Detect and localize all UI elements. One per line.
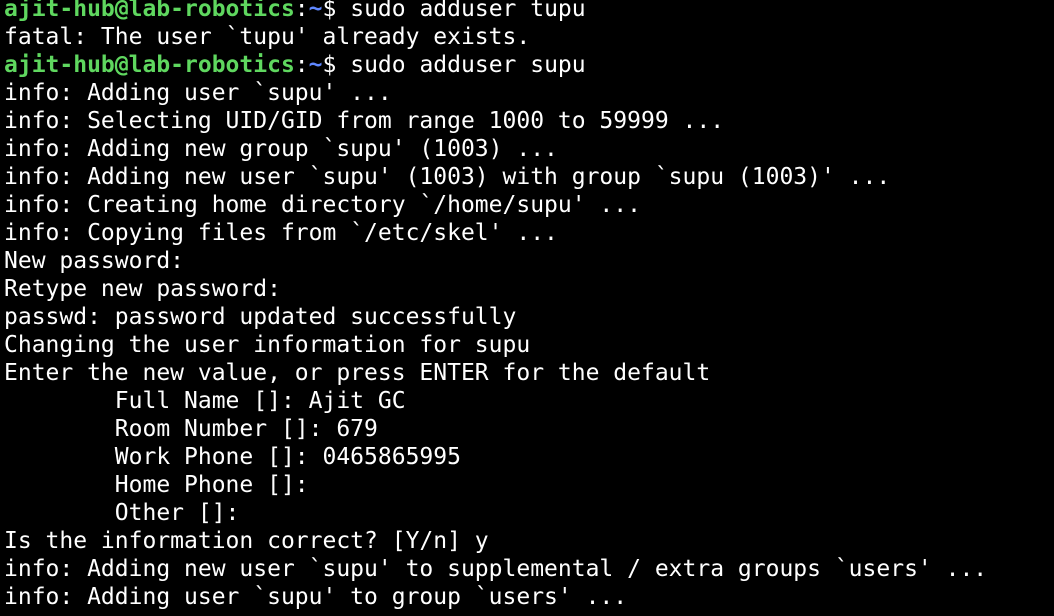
output-line: Room Number []: 679 [4, 416, 378, 442]
command-text: sudo adduser tupu [350, 0, 586, 22]
command-text: sudo adduser supu [350, 52, 586, 78]
output-line: Enter the new value, or press ENTER for … [4, 360, 711, 386]
terminal-window[interactable]: ajit-hub@lab-robotics:~$ sudo adduser tu… [0, 0, 1054, 611]
output-line: New password: [4, 248, 185, 274]
prompt-symbol: $ [322, 52, 351, 78]
prompt-path: ~ [308, 0, 323, 22]
output-line: Work Phone []: 0465865995 [4, 444, 461, 470]
prompt-line: ajit-hub@lab-robotics:~$ sudo adduser su… [4, 51, 1054, 79]
output-line: Other []: [4, 500, 240, 526]
output-line: Home Phone []: [4, 472, 309, 498]
output-line: Full Name []: Ajit GC [4, 388, 406, 414]
output-line: Changing the user information for supu [4, 332, 531, 358]
output-line: Retype new password: [4, 276, 281, 302]
prompt-path: ~ [308, 52, 323, 78]
output-line: info: Adding user `supu' to group `users… [4, 584, 628, 610]
output-line: info: Adding new group `supu' (1003) ... [4, 136, 558, 162]
output-line: info: Adding new user `supu' (1003) with… [4, 164, 891, 190]
output-line: Is the information correct? [Y/n] y [4, 528, 489, 554]
output-line: info: Adding new user `supu' to suppleme… [4, 556, 988, 582]
output-line: info: Adding user `supu' ... [4, 80, 392, 106]
output-line: fatal: The user `tupu' already exists. [4, 24, 531, 50]
prompt-colon: : [294, 0, 309, 22]
output-line: info: Creating home directory `/home/sup… [4, 192, 641, 218]
output-line: passwd: password updated successfully [4, 304, 517, 330]
prompt-user-host: ajit-hub@lab-robotics [4, 0, 295, 22]
prompt-symbol: $ [322, 0, 351, 22]
prompt-colon: : [294, 52, 309, 78]
prompt-line: ajit-hub@lab-robotics:~$ sudo adduser tu… [4, 0, 1054, 23]
prompt-user-host: ajit-hub@lab-robotics [4, 52, 295, 78]
output-line: info: Copying files from `/etc/skel' ... [4, 220, 558, 246]
output-line: info: Selecting UID/GID from range 1000 … [4, 108, 725, 134]
